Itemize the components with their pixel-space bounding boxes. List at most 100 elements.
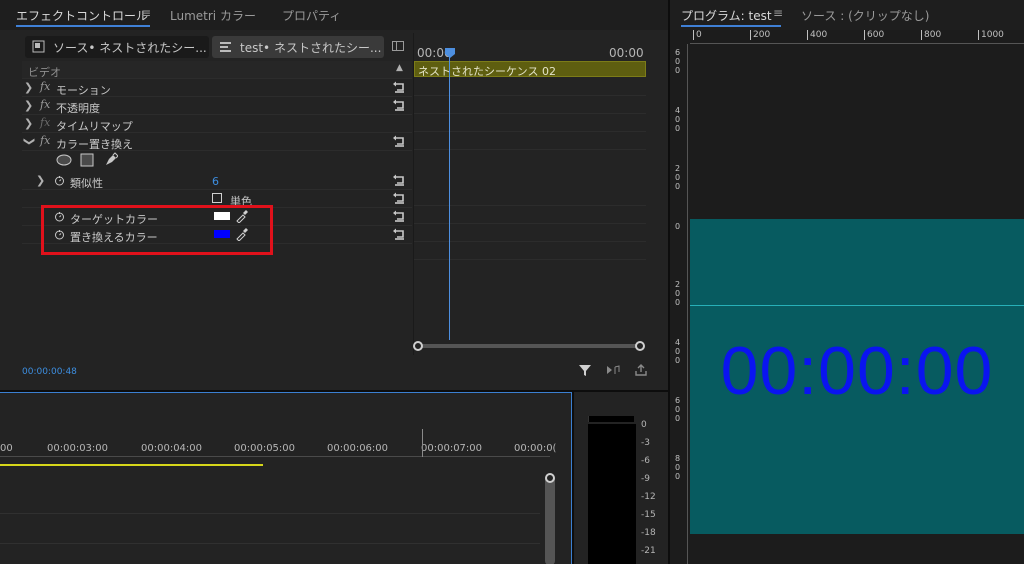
ruler-tick: 600 <box>864 30 884 40</box>
timeline-timecode: 00:00:03:00 <box>47 443 109 454</box>
sequence-clip-tab[interactable]: test• ネストされたシー... <box>212 36 384 58</box>
fx-badge-icon[interactable]: fx <box>40 80 50 93</box>
active-tab-underline <box>681 25 781 27</box>
reset-icon[interactable] <box>392 98 406 112</box>
panel-tab-bar: エフェクトコントロール ≡ Lumetri カラー プロパティ <box>0 0 668 30</box>
fx-badge-icon[interactable]: fx <box>40 98 50 111</box>
collapse-up-icon[interactable]: ▲ <box>396 63 403 73</box>
tab-lumetri-color[interactable]: Lumetri カラー <box>170 7 256 24</box>
reset-icon[interactable] <box>392 173 406 187</box>
playhead-line[interactable] <box>449 52 450 340</box>
highlight-annotation-box <box>41 205 273 255</box>
video-timecode-text: 00:00:00 <box>720 333 994 409</box>
reset-icon[interactable] <box>392 80 406 94</box>
tab-source[interactable]: ソース : (クリップなし) <box>801 7 929 24</box>
current-time-display[interactable]: 00:00:00:48 <box>22 367 77 377</box>
effect-label-time-remap: タイムリマップ <box>56 120 133 133</box>
fx-badge-icon[interactable]: fx <box>40 134 50 147</box>
scroll-track[interactable] <box>418 344 640 348</box>
ruler-tick: 800 <box>921 30 941 40</box>
effect-row-time-remap: ❯ fx タイムリマップ <box>22 115 412 133</box>
expand-chevron-icon[interactable]: ❯ <box>24 117 33 130</box>
ruler-tick: 400 <box>675 338 681 365</box>
video-section-header: ビデオ ▲ <box>22 61 412 79</box>
db-label: -6 <box>641 456 650 466</box>
tab-properties[interactable]: プロパティ <box>282 7 341 24</box>
toggle-timeline-view-icon[interactable] <box>392 41 404 51</box>
ruler-tick: 800 <box>675 454 681 481</box>
db-label: -21 <box>641 546 656 556</box>
similarity-label: 類似性 <box>70 177 103 190</box>
panel-menu-icon[interactable]: ≡ <box>773 6 783 20</box>
similarity-value[interactable]: 6 <box>212 175 219 188</box>
db-label: -18 <box>641 528 656 538</box>
reset-icon[interactable] <box>392 209 406 223</box>
effect-label-motion: モーション <box>56 84 111 97</box>
timeline-timecode: 00:00:05:00 <box>234 443 296 454</box>
effect-label-opacity: 不透明度 <box>56 102 100 115</box>
play-audio-icon[interactable] <box>606 364 620 376</box>
scroll-handle-left[interactable] <box>413 341 423 351</box>
timeline-zoom-scrollbar[interactable] <box>413 341 645 351</box>
db-label: -9 <box>641 474 650 484</box>
meter-left-channel <box>588 424 612 564</box>
reset-icon[interactable] <box>392 134 406 148</box>
timeline-timecode: 00:00:0( <box>514 443 557 454</box>
db-label: -15 <box>641 510 656 520</box>
timeline-vertical-scrollbar[interactable] <box>545 475 555 564</box>
reset-icon[interactable] <box>392 191 406 205</box>
effect-row-motion: ❯ fx モーション <box>22 79 412 97</box>
ellipse-mask-icon[interactable] <box>56 154 72 166</box>
playhead-handle-icon[interactable] <box>444 47 456 59</box>
mask-tools-row <box>22 151 412 169</box>
fx-badge-icon: fx <box>40 116 51 129</box>
program-tab-bar: プログラム: test ≡ ソース : (クリップなし) <box>670 0 1024 30</box>
panel-menu-icon[interactable]: ≡ <box>141 6 151 20</box>
effect-row-opacity: ❯ fx 不透明度 <box>22 97 412 115</box>
scroll-handle-right[interactable] <box>635 341 645 351</box>
timeline-timecode: 00:00:04:00 <box>141 443 203 454</box>
timeline-panel: 00 00:00:03:00 00:00:04:00 00:00:05:00 0… <box>0 392 572 564</box>
ruler-tick: 600 <box>675 48 681 75</box>
db-label: -3 <box>641 438 650 448</box>
sequence-clip-label: test• ネストされたシー... <box>240 41 382 55</box>
solid-colors-checkbox[interactable] <box>212 193 222 203</box>
ruler-tick: 0 <box>693 30 702 40</box>
ruler-end-time: 00:00 <box>609 46 644 60</box>
pen-mask-icon[interactable] <box>104 152 118 167</box>
vertical-ruler: 600 400 200 0 200 400 600 800 <box>672 44 688 564</box>
db-label: 0 <box>641 420 647 430</box>
source-clip-tab[interactable]: ソース• ネストされたシー... <box>25 36 209 58</box>
filter-icon[interactable] <box>578 363 592 377</box>
tab-program[interactable]: プログラム: test <box>681 7 772 24</box>
work-area-bar[interactable] <box>0 464 263 466</box>
scroll-handle[interactable] <box>545 473 555 483</box>
source-icon <box>32 40 45 53</box>
ruler-tick: 200 <box>675 164 681 191</box>
expand-chevron-icon[interactable]: ❯ <box>24 81 33 94</box>
expand-chevron-icon[interactable]: ❯ <box>36 174 45 187</box>
meter-right-channel <box>612 424 636 564</box>
ruler-tick: 1000 <box>978 30 1004 40</box>
audio-meter-panel: 0 -3 -6 -9 -12 -15 -18 -21 <box>574 392 668 564</box>
ruler-tick: 200 <box>750 30 770 40</box>
rectangle-mask-icon[interactable] <box>80 153 94 167</box>
tab-effect-controls[interactable]: エフェクトコントロール <box>16 7 148 24</box>
horizontal-ruler: 0 200 400 600 800 1000 <box>690 30 1024 44</box>
stopwatch-icon[interactable] <box>54 175 65 186</box>
ruler-tick: 600 <box>675 396 681 423</box>
reset-icon[interactable] <box>392 227 406 241</box>
video-guide-line <box>690 305 1024 306</box>
ruler-tick: 400 <box>807 30 827 40</box>
db-label: -12 <box>641 492 656 502</box>
source-clip-label: ソース• ネストされたシー... <box>53 41 207 55</box>
ruler-tick: 200 <box>675 280 681 307</box>
collapse-chevron-icon[interactable]: ❯ <box>23 137 36 146</box>
param-row-similarity: ❯ 類似性 6 <box>22 172 412 190</box>
effect-row-color-replace: ❯ fx カラー置き換え <box>22 133 412 151</box>
expand-chevron-icon[interactable]: ❯ <box>24 99 33 112</box>
ruler-tick: 400 <box>675 106 681 133</box>
export-icon[interactable] <box>634 363 648 377</box>
clip-name-label: ネストされたシーケンス 02 <box>418 65 556 78</box>
sequence-icon <box>220 42 231 52</box>
